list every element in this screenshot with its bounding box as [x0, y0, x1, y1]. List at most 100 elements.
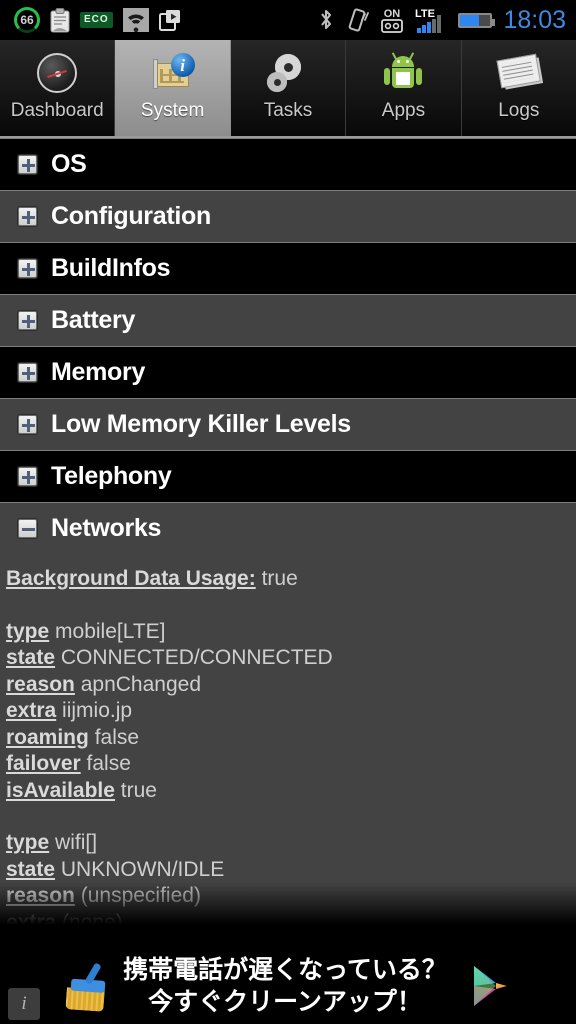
detail-key: Background Data Usage: [6, 567, 256, 590]
android-robot-icon [375, 48, 431, 98]
expand-plus-icon[interactable] [18, 467, 37, 486]
section-label-low-memory-killer-levels: Low Memory Killer Levels [51, 410, 351, 438]
tab-system[interactable]: i System [115, 40, 231, 136]
ad-line-2: 今すぐクリーンアップ！ [148, 986, 422, 1016]
expand-plus-icon[interactable] [18, 207, 37, 226]
voicemail-on-icon: ON [381, 8, 404, 33]
status-bar-left-icons: 66 ECO [0, 7, 182, 33]
section-label-memory: Memory [51, 358, 146, 386]
status-bar-clock: 18:03 [503, 6, 566, 34]
wifi-icon [122, 8, 149, 32]
section-row-networks[interactable]: Networks [0, 502, 576, 554]
play-store-download-icon [158, 10, 180, 31]
detail-key: type [6, 831, 50, 854]
vibrate-mode-icon [349, 8, 370, 32]
battery-percent-circle-icon: 66 [14, 7, 40, 33]
gauge-icon [29, 48, 85, 98]
detail-value: iijmio.jp [62, 699, 133, 722]
detail-value: wifi[] [55, 831, 98, 854]
detail-key: extra [6, 910, 57, 934]
section-row-memory[interactable]: Memory [0, 346, 576, 398]
tab-tasks[interactable]: Tasks [230, 40, 347, 136]
network-block-mobile: type mobile[LTE] state CONNECTED/CONNECT… [6, 619, 576, 805]
expand-plus-icon[interactable] [18, 155, 37, 174]
svg-text:ON: ON [384, 8, 401, 20]
ad-line-1: 携帯電話が遅くなっている？ [123, 954, 447, 984]
bluetooth-icon [321, 9, 332, 30]
detail-key: isAvailable [6, 778, 115, 802]
expand-plus-icon[interactable] [18, 363, 37, 382]
detail-key: state [6, 857, 56, 881]
detail-value: true [120, 778, 157, 802]
expand-plus-icon[interactable] [18, 311, 37, 330]
system-section-list: OS Configuration BuildInfos Battery Memo… [0, 138, 576, 554]
detail-key: failover [6, 752, 81, 775]
detail-row-isavailable: isAvailable true [6, 778, 576, 805]
svg-text:LTE: LTE [415, 8, 435, 20]
detail-key: type [6, 619, 50, 643]
section-label-battery: Battery [51, 306, 136, 334]
eco-mode-icon: ECO [80, 12, 113, 28]
ad-banner[interactable]: i 携帯電話が遅くなっている？ 今すぐクリーンアップ！ [0, 947, 576, 1024]
detail-key: extra [6, 699, 57, 722]
detail-spacer [6, 804, 576, 830]
detail-value: UNKNOWN/IDLE [60, 857, 225, 881]
tab-apps-label: Apps [381, 100, 426, 121]
status-bar-right-icons: ON LTE 18:03 [318, 0, 566, 40]
detail-row-type: type wifi[] [6, 830, 576, 857]
detail-value: apnChanged [80, 672, 201, 696]
battery-icon [458, 12, 496, 28]
broom-icon [60, 955, 118, 1016]
network-block-wifi: type wifi[] state UNKNOWN/IDLE reason (u… [6, 830, 576, 934]
lte-signal-icon: LTE [415, 8, 442, 33]
detail-row-type: type mobile[LTE] [6, 619, 576, 646]
tab-logs[interactable]: Logs [461, 40, 576, 136]
section-row-low-memory-killer-levels[interactable]: Low Memory Killer Levels [0, 398, 576, 450]
ad-text: 携帯電話が遅くなっている？ 今すぐクリーンアップ！ [123, 954, 447, 1018]
section-label-buildinfos: BuildInfos [51, 254, 171, 282]
detail-row-roaming: roaming false [6, 725, 576, 752]
detail-row-reason: reason (unspecified) [6, 883, 576, 910]
section-row-battery[interactable]: Battery [0, 294, 576, 346]
detail-row-extra: extra iijmio.jp [6, 698, 576, 725]
tab-dashboard-label: Dashboard [10, 100, 104, 121]
ad-info-badge[interactable]: i [8, 988, 40, 1020]
newspaper-icon [491, 48, 547, 98]
section-row-os[interactable]: OS [0, 138, 576, 190]
section-row-configuration[interactable]: Configuration [0, 190, 576, 242]
section-label-networks: Networks [51, 514, 162, 542]
detail-row-background-data-usage: Background Data Usage: true [6, 566, 576, 593]
clipboard-note-icon [50, 7, 70, 32]
tab-bar: Dashboard i System Tasks Apps Logs [0, 40, 576, 138]
tab-dashboard[interactable]: Dashboard [0, 40, 116, 136]
tab-apps[interactable]: Apps [346, 40, 462, 136]
detail-row-reason: reason apnChanged [6, 672, 576, 699]
expand-plus-icon[interactable] [18, 259, 37, 278]
detail-row-state: state CONNECTED/CONNECTED [6, 645, 576, 672]
detail-row-failover: failover false [6, 751, 576, 778]
detail-row-state: state UNKNOWN/IDLE [6, 857, 576, 884]
section-label-os: OS [51, 150, 87, 178]
tab-tasks-label: Tasks [263, 100, 313, 121]
detail-value: mobile[LTE] [55, 619, 166, 643]
detail-key: roaming [6, 725, 89, 749]
section-label-telephony: Telephony [51, 462, 172, 490]
tab-system-label: System [140, 100, 205, 121]
section-row-telephony[interactable]: Telephony [0, 450, 576, 502]
collapse-minus-icon[interactable] [18, 519, 37, 538]
detail-value: false [86, 752, 131, 775]
system-info-icon: i [145, 48, 201, 98]
google-play-icon[interactable] [469, 963, 511, 1009]
detail-row-extra: extra (none) [6, 910, 576, 935]
detail-value: false [94, 725, 140, 749]
section-label-configuration: Configuration [51, 202, 211, 230]
gears-icon [260, 48, 316, 98]
section-row-buildinfos[interactable]: BuildInfos [0, 242, 576, 294]
tab-logs-label: Logs [498, 100, 540, 121]
networks-detail-pane: Background Data Usage: true type mobile[… [0, 554, 576, 934]
detail-value: true [261, 567, 298, 590]
expand-plus-icon[interactable] [18, 415, 37, 434]
detail-key: reason [6, 672, 75, 696]
detail-value: CONNECTED/CONNECTED [60, 646, 333, 669]
status-bar: 66 ECO ON LTE 18:03 [0, 0, 576, 40]
